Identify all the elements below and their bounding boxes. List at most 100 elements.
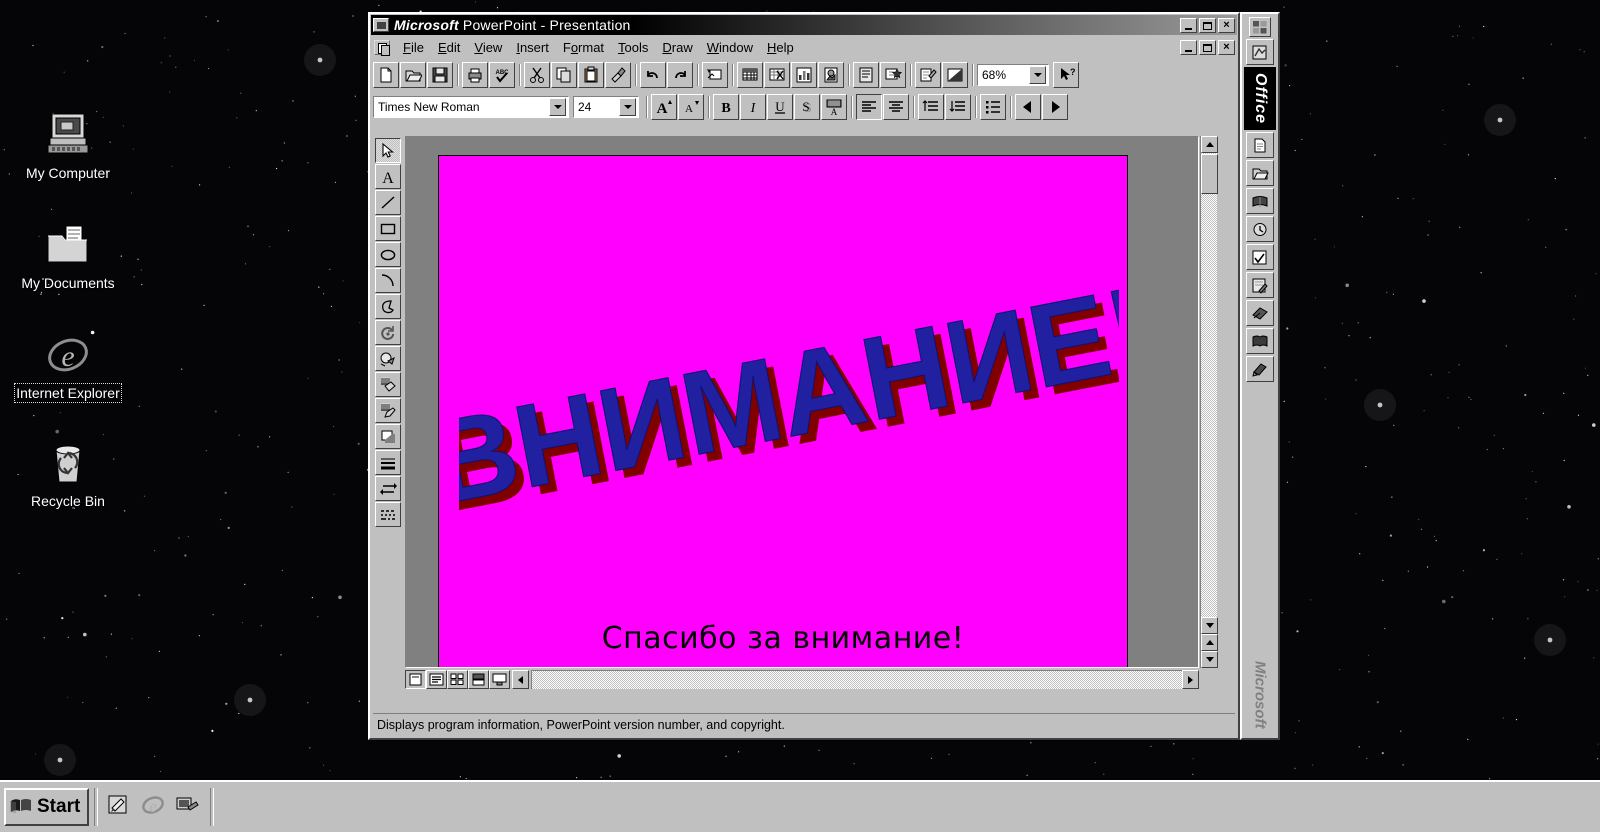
redo-button[interactable] <box>667 62 693 88</box>
notes-button[interactable] <box>1246 300 1274 327</box>
slide-sorter-view-button[interactable] <box>447 670 468 689</box>
schedule-button[interactable] <box>1246 188 1274 215</box>
select-tool[interactable] <box>375 138 401 163</box>
menu-bar[interactable]: File Edit View Insert Format Tools Draw … <box>371 36 1237 58</box>
menu-view[interactable]: View <box>467 38 509 57</box>
doc-minimize-button[interactable] <box>1180 39 1197 55</box>
doc-close-button[interactable]: × <box>1218 39 1235 55</box>
wordart-attention[interactable]: ВНИМАНИЕ! ВНИМАНИЕ! <box>420 261 1168 537</box>
bullet-list-button[interactable] <box>980 94 1006 120</box>
pick-a-look-button[interactable] <box>880 62 906 88</box>
align-center-button[interactable] <box>883 94 909 120</box>
fill-color-tool[interactable] <box>375 372 401 397</box>
quicklaunch-desktop[interactable] <box>171 790 203 824</box>
rectangle-tool[interactable] <box>375 216 401 241</box>
office-shortcut-bar[interactable]: Office Microsoft <box>1240 12 1280 740</box>
menu-insert[interactable]: Insert <box>509 38 556 57</box>
text-color-button[interactable]: A <box>821 94 847 120</box>
new-file-button[interactable] <box>373 62 399 88</box>
contacts-button[interactable] <box>1246 216 1274 243</box>
promote-button[interactable] <box>1015 94 1041 120</box>
journal-button[interactable] <box>1246 272 1274 299</box>
taskbar[interactable]: Start e <box>0 780 1600 832</box>
undo-button[interactable] <box>640 62 666 88</box>
decrease-font-size-button[interactable]: A <box>678 94 704 120</box>
dash-style-tool[interactable] <box>375 502 401 527</box>
outline-view-button[interactable] <box>426 670 447 689</box>
line-tool[interactable] <box>375 190 401 215</box>
scroll-left-button[interactable] <box>512 670 529 689</box>
insert-new-slide-button[interactable] <box>702 62 728 88</box>
open-file-button[interactable] <box>400 62 426 88</box>
increase-font-size-button[interactable]: A <box>651 94 677 120</box>
quicklaunch-ie[interactable]: e <box>137 790 169 824</box>
restore-button[interactable] <box>1199 17 1216 33</box>
doc-restore-button[interactable] <box>1199 39 1216 55</box>
increase-paragraph-spacing-button[interactable] <box>945 94 971 120</box>
print-button[interactable] <box>462 62 488 88</box>
insert-worksheet-button[interactable] <box>764 62 790 88</box>
menu-draw[interactable]: Draw <box>655 38 699 57</box>
arc-tool[interactable] <box>375 268 401 293</box>
view-bar[interactable] <box>405 669 1199 690</box>
paste-button[interactable] <box>578 62 604 88</box>
spelling-button[interactable]: ABC <box>489 62 515 88</box>
horizontal-scroll-track[interactable] <box>531 670 1182 689</box>
save-button[interactable] <box>427 62 453 88</box>
copy-button[interactable] <box>551 62 577 88</box>
tasks-button[interactable] <box>1246 244 1274 271</box>
close-button[interactable]: × <box>1218 17 1235 33</box>
office-handle-icon[interactable] <box>1249 17 1271 37</box>
insert-chart-button[interactable] <box>791 62 817 88</box>
chevron-down-icon[interactable] <box>549 98 566 116</box>
cut-button[interactable] <box>524 62 550 88</box>
help-pointer-button[interactable]: ? <box>1053 62 1079 88</box>
answer-wizard-button[interactable] <box>1246 356 1274 383</box>
bold-button[interactable]: B <box>713 94 739 120</box>
insert-clipart-button[interactable] <box>818 62 844 88</box>
standard-toolbar[interactable]: ABC 68% ? <box>371 60 1237 90</box>
desktop-icon-internet-explorer[interactable]: e Internet Explorer <box>14 330 122 403</box>
open-office-document-button[interactable] <box>1246 160 1274 187</box>
next-slide-button[interactable] <box>1201 651 1218 668</box>
powerpoint-system-icon[interactable] <box>373 18 389 32</box>
menu-format[interactable]: Format <box>556 38 611 57</box>
powerpoint-window[interactable]: Microsoft PowerPoint - Presentation × Fi… <box>368 12 1240 740</box>
quicklaunch-notepad[interactable] <box>103 790 135 824</box>
demote-button[interactable] <box>1042 94 1068 120</box>
line-color-tool[interactable] <box>375 398 401 423</box>
zoom-combo[interactable]: 68% <box>977 64 1049 86</box>
free-rotate-tool[interactable] <box>375 320 401 345</box>
shadow-tool[interactable] <box>375 424 401 449</box>
italic-button[interactable]: I <box>740 94 766 120</box>
new-office-document-button[interactable] <box>1246 132 1274 159</box>
line-style-tool[interactable] <box>375 450 401 475</box>
arrowheads-tool[interactable] <box>375 476 401 501</box>
slide-canvas[interactable]: ВНИМАНИЕ! ВНИМАНИЕ! Спасибо за внимание! <box>420 155 1168 667</box>
office-start-using-button[interactable] <box>1246 39 1274 65</box>
text-tool[interactable]: A <box>375 164 401 189</box>
notes-pages-view-button[interactable] <box>468 670 489 689</box>
scroll-right-button[interactable] <box>1182 670 1199 689</box>
window-title-bar[interactable]: Microsoft PowerPoint - Presentation × <box>371 15 1237 35</box>
vertical-scrollbar[interactable] <box>1200 136 1218 668</box>
desktop-icon-my-computer[interactable]: My Computer <box>16 110 120 181</box>
scroll-down-button[interactable] <box>1201 617 1218 634</box>
chevron-down-icon[interactable] <box>1029 66 1046 84</box>
desktop-icon-recycle-bin[interactable]: Recycle Bin <box>16 438 120 509</box>
decrease-paragraph-spacing-button[interactable] <box>918 94 944 120</box>
font-size-combo[interactable]: 24 <box>573 96 639 118</box>
underline-button[interactable]: U <box>767 94 793 120</box>
slide-subtitle[interactable]: Спасибо за внимание! <box>439 621 1127 656</box>
previous-slide-button[interactable] <box>1201 634 1218 651</box>
slide-pane[interactable]: ВНИМАНИЕ! ВНИМАНИЕ! Спасибо за внимание! <box>405 136 1199 668</box>
ellipse-tool[interactable] <box>375 242 401 267</box>
menu-tools[interactable]: Tools <box>611 38 655 57</box>
insert-table-button[interactable] <box>737 62 763 88</box>
start-button[interactable]: Start <box>4 788 90 826</box>
scroll-up-button[interactable] <box>1201 136 1218 153</box>
align-left-button[interactable] <box>856 94 882 120</box>
slide-view-button[interactable] <box>405 670 426 689</box>
menu-file[interactable]: File <box>396 38 431 57</box>
autoshapes-tool[interactable] <box>375 346 401 371</box>
